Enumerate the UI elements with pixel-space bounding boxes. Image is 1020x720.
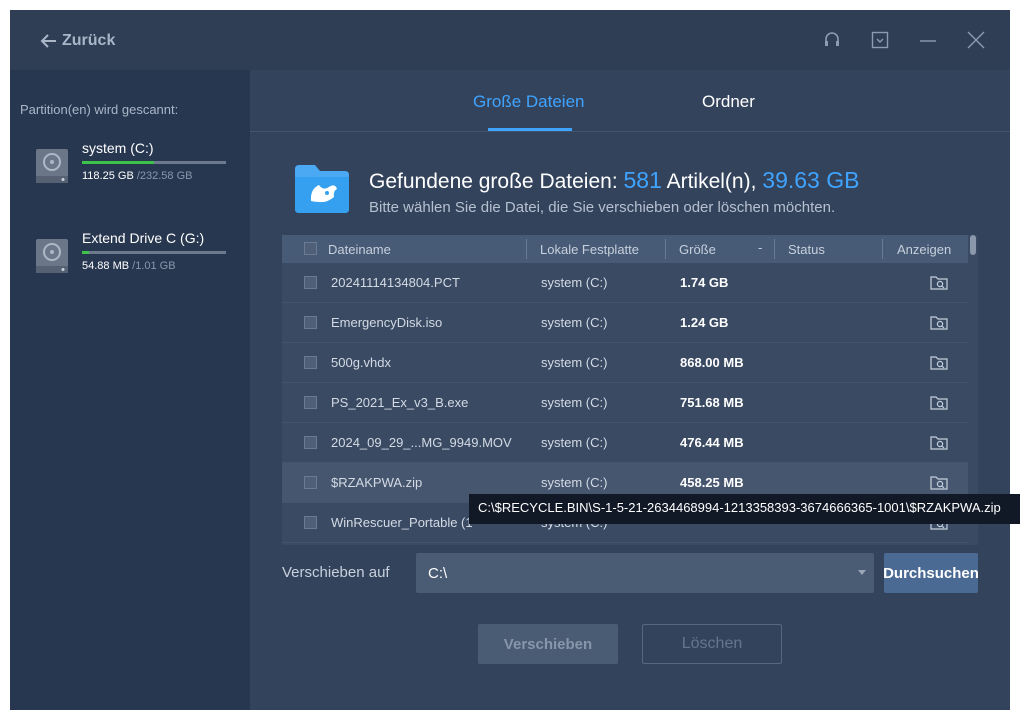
found-total-size: 39.63 GB <box>762 167 860 193</box>
folder-view-icon[interactable] <box>930 274 948 290</box>
file-name: $RZAKPWA.zip <box>331 475 423 490</box>
destination-path-select[interactable]: C:\ <box>416 553 874 593</box>
drive-usage-bar <box>82 251 226 254</box>
file-size: 1.24 GB <box>680 315 729 330</box>
main-panel: Große Dateien Ordner Gefundene große Dat… <box>250 70 1010 710</box>
file-disk: system (C:) <box>541 395 608 410</box>
col-local-disk[interactable]: Lokale Festplatte <box>540 242 639 257</box>
table-row[interactable]: 500g.vhdx system (C:) 868.00 MB <box>282 343 968 383</box>
drive-total: /1.01 GB <box>132 260 176 272</box>
row-checkbox[interactable] <box>304 516 317 529</box>
file-size: 476.44 MB <box>680 435 744 450</box>
hard-drive-icon <box>36 149 68 183</box>
headset-icon[interactable] <box>820 28 844 52</box>
title-bar: Zurück <box>10 10 1010 70</box>
chevron-down-icon <box>858 570 866 575</box>
hard-drive-icon <box>36 239 68 273</box>
table-scrollbar[interactable] <box>970 235 976 255</box>
drive-used: 118.25 GB <box>82 170 134 182</box>
table-row[interactable]: PS_2021_Ex_v3_B.exe system (C:) 751.68 MB <box>282 383 968 423</box>
drive-size: 54.88 MB /1.01 GB <box>82 260 176 272</box>
file-size: 868.00 MB <box>680 355 744 370</box>
drive-usage-fill <box>82 161 154 164</box>
folder-view-icon[interactable] <box>930 474 948 490</box>
drive-used: 54.88 MB <box>82 260 130 272</box>
folder-view-icon[interactable] <box>930 434 948 450</box>
delete-button[interactable]: Löschen <box>642 624 782 664</box>
file-name: 20241114134804.PCT <box>331 275 460 290</box>
minimize-icon[interactable] <box>916 28 940 52</box>
table-row[interactable]: EmergencyDisk.iso system (C:) 1.24 GB <box>282 303 968 343</box>
row-checkbox[interactable] <box>304 316 317 329</box>
tab-folders[interactable]: Ordner <box>702 92 755 112</box>
drive-total: /232.58 GB <box>136 170 193 182</box>
table-row[interactable]: 20241114134804.PCT system (C:) 1.74 GB <box>282 263 968 303</box>
move-button[interactable]: Verschieben <box>478 624 618 664</box>
col-divider[interactable] <box>774 239 775 259</box>
col-divider[interactable] <box>882 239 883 259</box>
folder-icon <box>295 165 349 213</box>
destination-path-value: C:\ <box>428 565 448 582</box>
col-divider[interactable] <box>526 239 527 259</box>
drive-size: 118.25 GB /232.58 GB <box>82 170 193 182</box>
file-size: 751.68 MB <box>680 395 744 410</box>
back-button[interactable]: Zurück <box>40 29 115 53</box>
file-name: 500g.vhdx <box>331 355 391 370</box>
app-window: Zurück Partition(en) wird gescannt: syst… <box>10 10 1010 710</box>
file-disk: system (C:) <box>541 275 608 290</box>
table-header: Dateiname Lokale Festplatte Größe - Stat… <box>282 235 968 263</box>
file-size: 1.74 GB <box>680 275 729 290</box>
drive-item-g[interactable]: Extend Drive C (G:) 54.88 MB /1.01 GB <box>34 230 234 280</box>
sidebar-title: Partition(en) wird gescannt: <box>20 102 179 117</box>
file-name: PS_2021_Ex_v3_B.exe <box>331 395 469 410</box>
found-title: Gefundene große Dateien: 581 Artikel(n),… <box>369 167 859 194</box>
drive-usage-bar <box>82 161 226 164</box>
file-name: EmergencyDisk.iso <box>331 315 443 330</box>
file-disk: system (C:) <box>541 475 608 490</box>
folder-view-icon[interactable] <box>930 354 948 370</box>
col-status[interactable]: Status <box>788 242 825 257</box>
sort-indicator-icon: - <box>758 240 763 255</box>
tab-large-files[interactable]: Große Dateien <box>473 92 585 112</box>
found-subtitle: Bitte wählen Sie die Datei, die Sie vers… <box>369 199 836 216</box>
file-disk: system (C:) <box>541 355 608 370</box>
active-tab-indicator <box>488 128 572 131</box>
table-row[interactable]: 2024_09_29_...MG_9949.MOV system (C:) 476.… <box>282 423 968 463</box>
partition-sidebar: Partition(en) wird gescannt: system (C:)… <box>10 70 250 710</box>
file-name: 2024_09_29_...MG_9949.MOV <box>331 435 512 450</box>
drive-item-c[interactable]: system (C:) 118.25 GB /232.58 GB <box>34 140 234 190</box>
col-size[interactable]: Größe <box>679 242 716 257</box>
row-checkbox[interactable] <box>304 396 317 409</box>
move-to-label: Verschieben auf <box>282 564 390 581</box>
path-tooltip: C:\$RECYCLE.BIN\S-1-5-21-2634468994-1213… <box>469 494 1020 524</box>
found-count-suffix: Artikel(n), <box>666 170 757 193</box>
select-all-checkbox[interactable] <box>304 242 317 255</box>
found-count: 581 <box>623 167 662 193</box>
drive-name: system (C:) <box>82 140 154 156</box>
folder-view-icon[interactable] <box>930 314 948 330</box>
file-disk: system (C:) <box>541 315 608 330</box>
col-filename[interactable]: Dateiname <box>328 242 391 257</box>
file-disk: system (C:) <box>541 435 608 450</box>
col-view: Anzeigen <box>897 242 952 257</box>
folder-view-icon[interactable] <box>930 394 948 410</box>
drive-name: Extend Drive C (G:) <box>82 230 205 246</box>
row-checkbox[interactable] <box>304 276 317 289</box>
drive-usage-fill <box>82 251 90 254</box>
close-icon[interactable] <box>964 28 988 52</box>
browse-button[interactable]: Durchsuchen <box>883 553 979 593</box>
menu-download-icon[interactable] <box>868 28 892 52</box>
row-checkbox[interactable] <box>304 356 317 369</box>
row-checkbox[interactable] <box>304 476 317 489</box>
found-title-prefix: Gefundene große Dateien: <box>369 170 618 193</box>
col-divider[interactable] <box>665 239 666 259</box>
row-checkbox[interactable] <box>304 436 317 449</box>
file-size: 458.25 MB <box>680 475 744 490</box>
back-label: Zurück <box>62 32 116 49</box>
file-name: WinRescuer_Portable (1 <box>331 515 473 530</box>
arrow-left-icon <box>40 34 56 48</box>
tab-bar: Große Dateien Ordner <box>250 70 1010 132</box>
